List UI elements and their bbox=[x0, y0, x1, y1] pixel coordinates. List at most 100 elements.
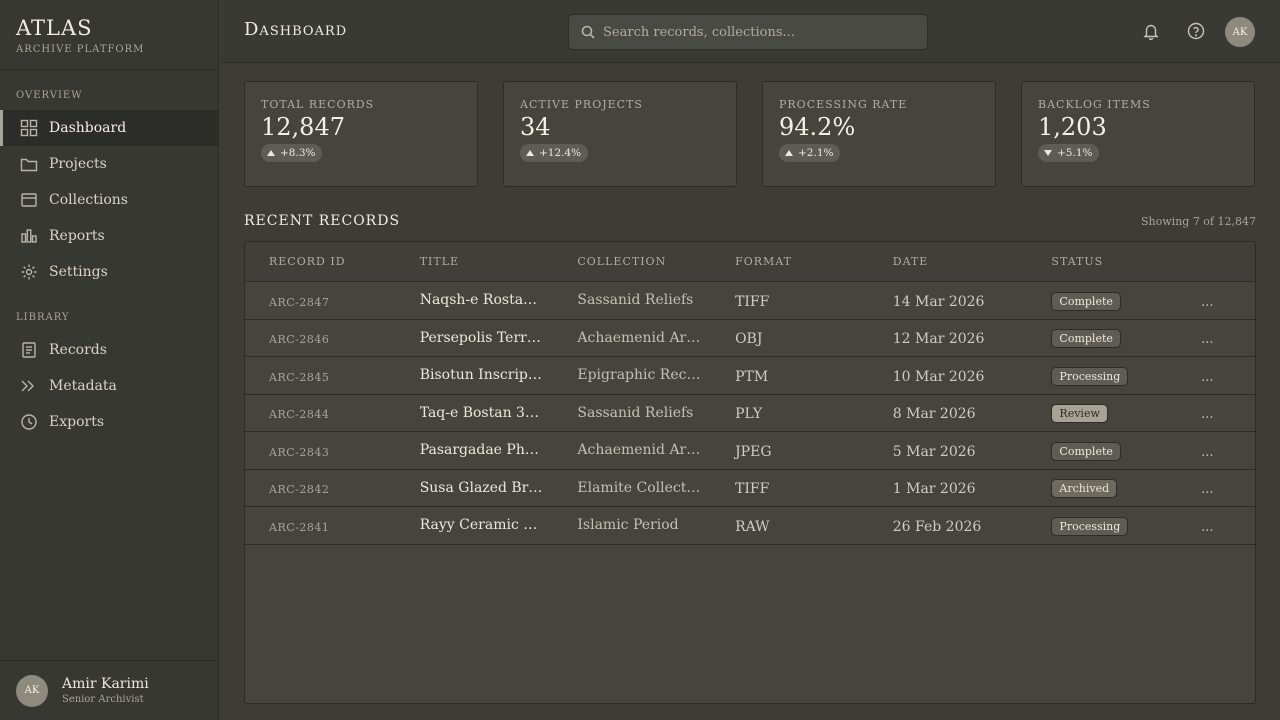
sidebar-item-label: Metadata bbox=[49, 378, 117, 394]
notifications-button[interactable] bbox=[1142, 22, 1162, 42]
gear-icon bbox=[21, 264, 37, 280]
avatar: AK bbox=[16, 674, 48, 707]
record-title[interactable]: Susa Glazed Brick Panels bbox=[420, 480, 545, 496]
stat-card-total-records: TOTAL RECORDS 12,847 +8.3% bbox=[244, 81, 478, 187]
record-title[interactable]: Taq-e Bostan 3D Model bbox=[420, 405, 545, 421]
record-format: PTM bbox=[735, 368, 769, 385]
document-icon bbox=[22, 342, 36, 358]
column-header[interactable]: FORMAT bbox=[735, 255, 893, 268]
column-header[interactable]: TITLE bbox=[420, 255, 578, 268]
record-collection: Sassanid Reliefs bbox=[577, 292, 694, 309]
record-date: 14 Mar 2026 bbox=[892, 293, 985, 310]
record-collection: Achaemenid Architecture bbox=[577, 329, 704, 346]
row-more-button[interactable]: ... bbox=[1201, 520, 1213, 535]
table-row[interactable]: ARC-2845 Bisotun Inscription Scan Epigraph… bbox=[245, 357, 1255, 395]
brand: ATLAS ARCHIVE PLATFORM bbox=[0, 0, 218, 70]
records-count: Showing 7 of 12,847 bbox=[1141, 215, 1256, 228]
stat-value: 1,203 bbox=[1038, 113, 1107, 141]
record-date: 12 Mar 2026 bbox=[892, 331, 985, 348]
sidebar-item-collections[interactable]: Collections bbox=[0, 182, 218, 218]
search-box[interactable] bbox=[568, 14, 928, 50]
table-header: RECORD ID TITLE COLLECTION FORMAT DATE S… bbox=[245, 242, 1255, 282]
status-badge: Processing bbox=[1051, 366, 1129, 386]
user-role: Senior Archivist bbox=[62, 694, 144, 705]
stat-change: +12.4% bbox=[539, 147, 582, 159]
help-button[interactable] bbox=[1187, 22, 1207, 42]
nav-section-overview: OVERVIEW bbox=[16, 90, 83, 101]
table-row[interactable]: ARC-2842 Susa Glazed Brick Panels Elamite … bbox=[245, 470, 1255, 507]
record-title[interactable]: Pasargadae Photography bbox=[420, 442, 545, 458]
row-more-button[interactable]: ... bbox=[1201, 407, 1213, 422]
row-more-button[interactable]: ... bbox=[1201, 445, 1213, 460]
stat-card-processing-rate: PROCESSING RATE 94.2% +2.1% bbox=[762, 81, 996, 187]
sidebar-item-label: Exports bbox=[49, 414, 105, 430]
record-format: OBJ bbox=[735, 331, 763, 348]
column-header[interactable]: DATE bbox=[893, 255, 1052, 268]
table-row[interactable]: ARC-2847 Naqsh-e Rostam Funerary Reliefs S… bbox=[245, 282, 1255, 320]
stat-label: ACTIVE PROJECTS bbox=[520, 98, 643, 111]
status-badge: Processing bbox=[1051, 516, 1129, 536]
stat-label: BACKLOG ITEMS bbox=[1038, 98, 1151, 111]
arrow-up-icon bbox=[526, 150, 534, 156]
stat-value: 12,847 bbox=[261, 113, 345, 141]
sidebar-item-settings[interactable]: Settings bbox=[0, 254, 218, 290]
status-badge: Archived bbox=[1051, 479, 1118, 499]
record-format: RAW bbox=[735, 518, 770, 535]
stat-value: 34 bbox=[520, 113, 551, 141]
sidebar-item-dashboard[interactable]: Dashboard bbox=[0, 110, 218, 146]
row-more-button[interactable]: ... bbox=[1201, 482, 1213, 497]
table-row[interactable]: ARC-2841 Rayy Ceramic Fragments Islamic Pe… bbox=[245, 507, 1255, 545]
row-more-button[interactable]: ... bbox=[1201, 370, 1213, 385]
box-icon bbox=[21, 193, 37, 207]
record-format: JPEG bbox=[735, 443, 772, 460]
record-format: TIFF bbox=[735, 293, 770, 310]
sidebar-item-label: Projects bbox=[49, 156, 107, 172]
stat-label: TOTAL RECORDS bbox=[261, 98, 375, 111]
row-more-button[interactable]: ... bbox=[1201, 295, 1213, 310]
user-profile[interactable]: AK Amir Karimi Senior Archivist bbox=[0, 660, 219, 720]
arrow-up-icon bbox=[785, 150, 793, 156]
folder-icon bbox=[20, 158, 38, 172]
record-title[interactable]: Bisotun Inscription Scan bbox=[420, 367, 545, 383]
table-row[interactable]: ARC-2843 Pasargadae Photography Achaemenid… bbox=[245, 432, 1255, 470]
record-date: 5 Mar 2026 bbox=[892, 443, 976, 460]
table-row[interactable]: ARC-2844 Taq-e Bostan 3D Model Sassanid Re… bbox=[245, 395, 1255, 432]
sidebar-item-records[interactable]: Records bbox=[0, 332, 218, 368]
stat-change-badge: +12.4% bbox=[520, 144, 589, 162]
search-input[interactable] bbox=[603, 24, 913, 40]
brand-title: ATLAS bbox=[16, 16, 93, 40]
sidebar-item-exports[interactable]: Exports bbox=[0, 404, 218, 440]
arrow-down-icon bbox=[1044, 150, 1052, 156]
sidebar: ATLAS ARCHIVE PLATFORM OVERVIEW Dashboar… bbox=[0, 0, 219, 720]
table-row[interactable]: ARC-2846 Persepolis Terrace Survey Achaeme… bbox=[245, 320, 1255, 357]
record-title[interactable]: Rayy Ceramic Fragments bbox=[420, 517, 545, 533]
row-more-button[interactable]: ... bbox=[1201, 332, 1213, 347]
sidebar-item-projects[interactable]: Projects bbox=[0, 146, 218, 182]
header-avatar[interactable]: AK bbox=[1225, 17, 1255, 47]
record-title[interactable]: Naqsh-e Rostam Funerary Reliefs bbox=[420, 292, 545, 308]
sidebar-item-label: Reports bbox=[49, 228, 105, 244]
bell-icon bbox=[1143, 24, 1159, 41]
record-collection: Elamite Collection bbox=[577, 479, 705, 496]
record-id: ARC-2841 bbox=[269, 520, 330, 534]
column-header[interactable]: COLLECTION bbox=[577, 255, 735, 268]
chevrons-icon bbox=[21, 380, 34, 392]
stat-change: +2.1% bbox=[798, 147, 834, 159]
record-collection: Islamic Period bbox=[577, 517, 679, 534]
record-date: 8 Mar 2026 bbox=[892, 406, 976, 423]
sidebar-item-metadata[interactable]: Metadata bbox=[0, 368, 218, 404]
recent-records-title: RECENT RECORDS bbox=[244, 213, 401, 229]
help-icon bbox=[1187, 22, 1205, 40]
record-date: 26 Feb 2026 bbox=[892, 518, 982, 535]
record-title[interactable]: Persepolis Terrace Survey bbox=[420, 330, 545, 346]
sidebar-item-reports[interactable]: Reports bbox=[0, 218, 218, 254]
stat-value: 94.2% bbox=[779, 113, 856, 141]
column-header[interactable]: STATUS bbox=[1051, 255, 1201, 268]
record-collection: Epigraphic Records bbox=[577, 367, 705, 384]
stat-card-active-projects: ACTIVE PROJECTS 34 +12.4% bbox=[503, 81, 737, 187]
grid-icon bbox=[20, 119, 38, 137]
column-header[interactable]: RECORD ID bbox=[245, 255, 420, 268]
record-format: TIFF bbox=[735, 481, 770, 498]
record-date: 10 Mar 2026 bbox=[892, 368, 985, 385]
clock-icon bbox=[21, 414, 37, 430]
